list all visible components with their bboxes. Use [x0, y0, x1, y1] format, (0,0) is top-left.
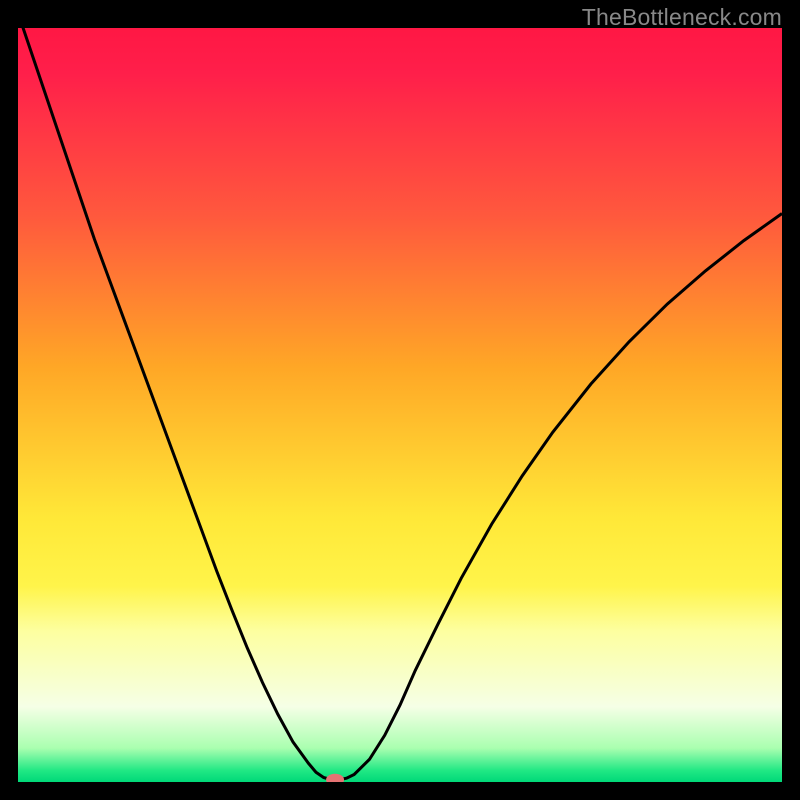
watermark-text: TheBottleneck.com	[582, 4, 782, 31]
gradient-background	[18, 28, 782, 782]
bottleneck-chart: TheBottleneck.com	[0, 0, 800, 800]
plot-svg	[18, 28, 782, 782]
